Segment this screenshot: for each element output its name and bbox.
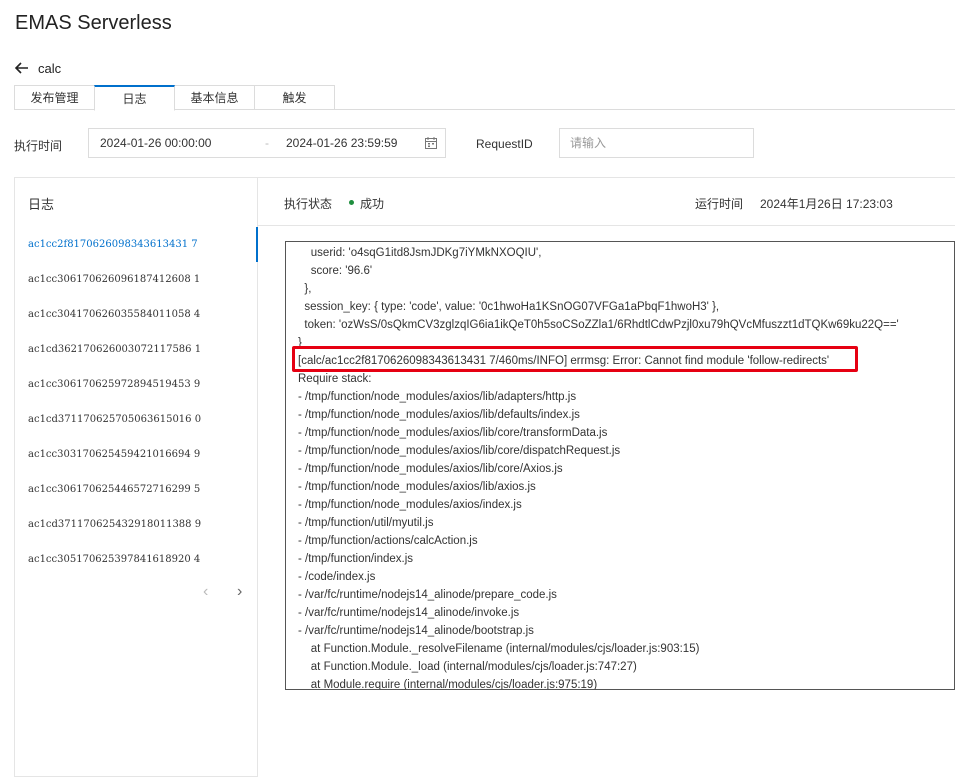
log-list-item[interactable]: ac1cc306170626096187412608 1 <box>15 262 258 297</box>
log-line: session_key: { type: 'code', value: '0c1… <box>298 301 720 313</box>
tab-logs[interactable]: 日志 <box>94 85 175 111</box>
log-line: at Function.Module._resolveFilename (int… <box>298 643 700 655</box>
log-list-title: 日志 <box>28 197 55 212</box>
log-list-item[interactable]: ac1cc306170625972894519453 9 <box>15 367 258 402</box>
request-id-input[interactable] <box>559 128 754 158</box>
log-detail-header: 执行状态 成功 运行时间 2024年1月26日 17:23:03 <box>258 177 955 226</box>
end-date[interactable]: 2024-01-26 23:59:59 <box>286 136 397 150</box>
log-line: - /tmp/function/node_modules/axios/lib/c… <box>298 463 563 475</box>
log-list-item[interactable]: ac1cc305170625397841618920 4 <box>15 542 258 577</box>
log-line: - /tmp/function/node_modules/axios/index… <box>298 499 522 511</box>
status-label: 执行状态 <box>284 197 333 211</box>
tab-release[interactable]: 发布管理 <box>14 85 95 110</box>
log-list-item[interactable]: ac1cd371170625705063615016 0 <box>15 402 258 437</box>
log-line: - /var/fc/runtime/nodejs14_alinode/invok… <box>298 607 520 619</box>
start-date[interactable]: 2024-01-26 00:00:00 <box>100 136 211 150</box>
status-dot-icon <box>349 200 354 205</box>
log-line: } <box>298 337 302 349</box>
log-line: - /code/index.js <box>298 571 376 583</box>
log-line: at Module.require (internal/modules/cjs/… <box>298 679 598 690</box>
log-line: - /tmp/function/node_modules/axios/lib/c… <box>298 427 608 439</box>
log-line: - /tmp/function/util/myutil.js <box>298 517 434 529</box>
tab-triggers[interactable]: 触发 <box>254 85 335 110</box>
log-list-item[interactable]: ac1cc306170625446572716299 5 <box>15 472 258 507</box>
function-header: calc <box>14 60 61 76</box>
log-line: }, <box>298 283 312 295</box>
log-line: - /tmp/function/node_modules/axios/lib/a… <box>298 481 536 493</box>
tab-basic-info[interactable]: 基本信息 <box>174 85 255 110</box>
log-line: - /tmp/function/node_modules/axios/lib/d… <box>298 409 580 421</box>
status-value: 成功 <box>360 197 385 211</box>
log-line: - /var/fc/runtime/nodejs14_alinode/boots… <box>298 625 534 637</box>
log-list-item[interactable]: ac1cd371170625432918011388 9 <box>15 507 258 542</box>
log-list-panel: 日志 ac1cc2f8170626098343613431 7 ac1cc306… <box>14 177 258 777</box>
prev-page-button[interactable]: ‹ <box>203 583 208 601</box>
run-time-value: 2024年1月26日 17:23:03 <box>760 197 893 211</box>
log-line: score: '96.6' <box>298 265 373 277</box>
calendar-icon[interactable] <box>425 137 437 149</box>
log-line: Require stack: <box>298 373 372 385</box>
app-title: EMAS Serverless <box>15 12 172 34</box>
next-page-button[interactable]: › <box>237 583 242 601</box>
log-line: - /var/fc/runtime/nodejs14_alinode/prepa… <box>298 589 557 601</box>
request-id-label: RequestID <box>476 137 533 151</box>
log-list-item[interactable]: ac1cc303170625459421016694 9 <box>15 437 258 472</box>
log-line: userid: 'o4sqG1itd8JsmJDKg7iYMkNXOQIU', <box>298 247 542 259</box>
log-line: - /tmp/function/index.js <box>298 553 414 565</box>
log-line: at Function.Module._load (internal/modul… <box>298 661 637 673</box>
log-line: - /tmp/function/node_modules/axios/lib/c… <box>298 445 621 457</box>
date-range-picker[interactable]: 2024-01-26 00:00:00 - 2024-01-26 23:59:5… <box>88 128 446 158</box>
error-log-line: [calc/ac1cc2f8170626098343613431 7/460ms… <box>298 355 830 367</box>
back-arrow-icon[interactable] <box>14 60 30 76</box>
execution-time-label: 执行时间 <box>14 139 63 153</box>
log-line: - /tmp/function/node_modules/axios/lib/a… <box>298 391 577 403</box>
log-output[interactable]: userid: 'o4sqG1itd8JsmJDKg7iYMkNXOQIU', … <box>285 241 955 690</box>
log-list-item[interactable]: ac1cc304170626035584011058 4 <box>15 297 258 332</box>
log-line: token: 'ozWsS/0sQkmCV3zglzqIG6ia1ikQeT0h… <box>298 319 899 331</box>
log-line: - /tmp/function/actions/calcAction.js <box>298 535 478 547</box>
function-name: calc <box>38 60 62 76</box>
run-time-label: 运行时间 <box>695 197 744 211</box>
tab-bar: 发布管理 日志 基本信息 触发 <box>14 85 335 111</box>
date-separator: - <box>265 136 269 150</box>
log-list-item[interactable]: ac1cd362170626003072117586 1 <box>15 332 258 367</box>
log-list-item[interactable]: ac1cc2f8170626098343613431 7 <box>15 227 258 262</box>
